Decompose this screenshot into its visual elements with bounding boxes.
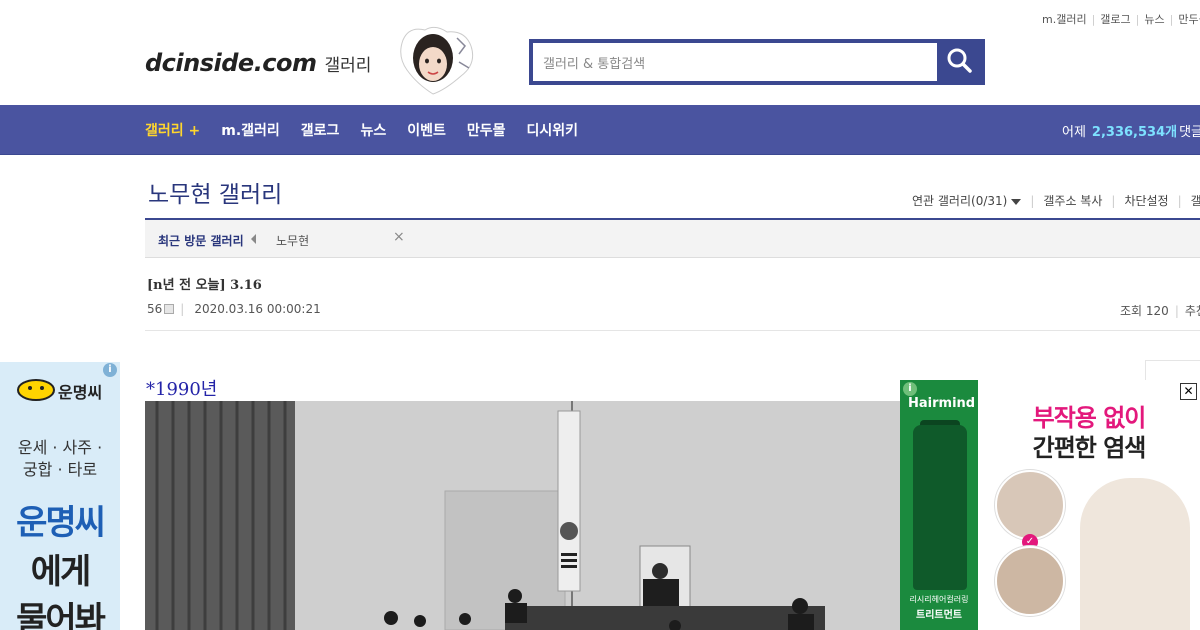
content-photo [145, 401, 900, 630]
nav-item-gallery[interactable]: 갤러리 + [145, 120, 200, 140]
top-link-m-gallery[interactable]: m.갤러리 [1042, 13, 1087, 26]
post-views: 조회 120 [1120, 304, 1169, 318]
related-gallery-label: 연관 갤러리(0/31) [912, 194, 1008, 208]
search-icon [946, 47, 972, 77]
nav-stats: 어제 2,336,534개 댓글 [1062, 105, 1200, 155]
left-ad-brand: 운명씨 [58, 383, 103, 402]
left-ad-logo-icon [16, 374, 56, 406]
gallery-tools: 연관 갤러리(0/31) | 갤주소 복사 | 차단설정 | 갤러리 [912, 192, 1200, 209]
gallery-info-button[interactable]: 갤러리 [1191, 192, 1200, 209]
logo-text: dcinside.com [145, 49, 317, 77]
right-ad-brand: Hairmind [908, 396, 976, 411]
top-util-links: m.갤러리|갤로그|뉴스|만두몰 [1042, 11, 1200, 27]
search-bar: 갤러리 & 통합검색 [529, 39, 985, 85]
stats-value: 2,336,534개 [1091, 124, 1178, 140]
before-photo [995, 470, 1065, 540]
top-link-gallog[interactable]: 갤로그 [1100, 13, 1130, 26]
gallery-title[interactable]: 노무현 갤러리 [148, 175, 282, 209]
nav-item-gallog[interactable]: 갤로그 [301, 120, 340, 140]
right-ad-product1: 리시리헤어컬러링 [909, 595, 969, 604]
content-year-heading: *1990년 [146, 379, 218, 400]
caret-down-icon [1011, 198, 1022, 205]
left-banner-ad[interactable]: 운명씨 운세 · 사주 · 궁합 · 타로 운명씨 에게 물어봐 i [0, 362, 120, 630]
right-ad-headline2: 간편한 염색 [1032, 434, 1147, 462]
search-input[interactable]: 갤러리 & 통합검색 [533, 43, 937, 81]
mascot-image [395, 24, 477, 96]
ad-info-icon[interactable]: i [903, 382, 917, 396]
user-icon [164, 304, 175, 314]
top-link-mall[interactable]: 만두몰 [1178, 13, 1200, 26]
left-ad-big1: 운명씨 [16, 503, 106, 543]
recent-visited-item[interactable]: 노무현 [276, 232, 309, 249]
nav-item-mall[interactable]: 만두몰 [467, 120, 506, 140]
post-title: [n년 전 오늘] 3.16 [147, 278, 262, 293]
recent-visited-bar: 최근 방문 갤러리 노무현 × [145, 220, 1200, 258]
post-stats: 조회 120|추천 [1120, 302, 1200, 319]
stats-suffix: 댓글 [1179, 124, 1200, 140]
left-ad-line2: 궁합 · 타로 [22, 460, 98, 479]
site-logo[interactable]: dcinside.com 갤러리 [145, 46, 371, 80]
left-ad-big3: 물어봐 [16, 600, 106, 630]
block-settings-button[interactable]: 차단설정 [1124, 192, 1168, 209]
main-navbar: 갤러리 + m.갤러리 갤로그 뉴스 이벤트 만두몰 디시위키 어제 2,336… [0, 105, 1200, 155]
nav-item-event[interactable]: 이벤트 [407, 120, 446, 140]
search-button[interactable] [937, 43, 981, 81]
right-ad-product2: 트리트먼트 [916, 610, 962, 621]
nav-item-news[interactable]: 뉴스 [360, 120, 386, 140]
copy-address-button[interactable]: 갤주소 복사 [1043, 192, 1102, 209]
after-photo [995, 546, 1065, 616]
arrow-left-icon[interactable] [251, 234, 256, 244]
right-banner-ad[interactable]: i Hairmind 리시리헤어컬러링 트리트먼트 부작용 없이 간편한 염색 … [900, 380, 1200, 630]
left-ad-line1: 운세 · 사주 · [17, 438, 103, 457]
product-bottle-image [913, 425, 967, 590]
logo-sub-text: 갤러리 [324, 55, 372, 76]
stats-label: 어제 [1062, 124, 1086, 140]
post-recommend: 추천 [1184, 304, 1200, 318]
nav-item-m-gallery[interactable]: m.갤러리 [221, 120, 280, 140]
nav-menu: 갤러리 + m.갤러리 갤로그 뉴스 이벤트 만두몰 디시위키 [145, 105, 599, 155]
model-photo [1080, 478, 1190, 630]
post-divider [145, 330, 1200, 331]
post-meta: 56 | 2020.03.16 00:00:21 [147, 302, 321, 316]
ad-info-icon[interactable]: i [103, 363, 117, 377]
top-link-news[interactable]: 뉴스 [1144, 13, 1164, 26]
related-gallery-button[interactable]: 연관 갤러리(0/31) [912, 192, 1022, 209]
post-author[interactable]: 56 [147, 302, 162, 316]
nav-item-wiki[interactable]: 디시위키 [526, 120, 578, 140]
left-ad-big2: 에게 [30, 552, 92, 592]
close-icon[interactable]: ✕ [1180, 383, 1197, 400]
recent-visited-label: 최근 방문 갤러리 [158, 234, 244, 248]
close-icon[interactable]: × [393, 229, 405, 245]
post-date: 2020.03.16 00:00:21 [194, 302, 321, 316]
